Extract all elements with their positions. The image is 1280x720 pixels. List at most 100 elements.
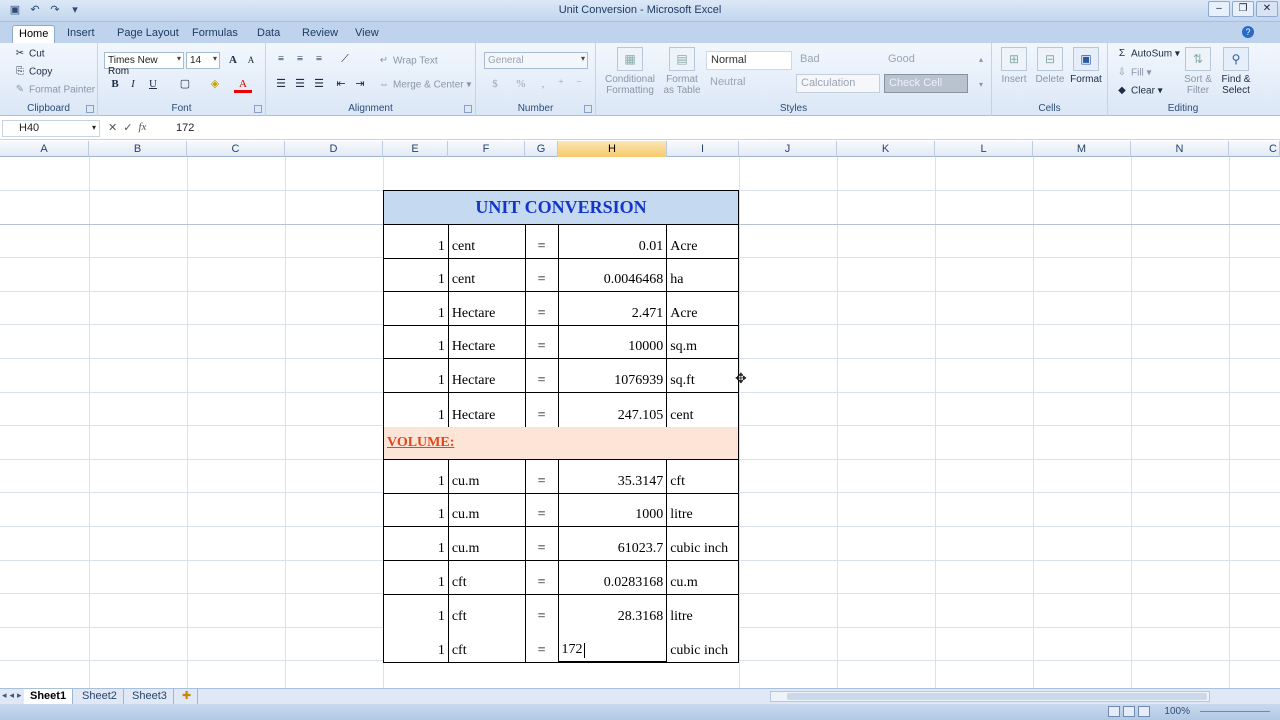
style-check-cell[interactable]: Check Cell [884, 74, 968, 93]
worksheet-grid[interactable]: UNIT CONVERSION 1 cent = 0.01 Acre 1 cent = 0.00… [0, 157, 1280, 688]
unit-from-cell[interactable]: cft [449, 594, 526, 629]
column-header-o[interactable]: C [1229, 141, 1280, 157]
unit-from-cell[interactable]: Hectare [449, 325, 526, 359]
wrap-text-button[interactable]: ↵ Wrap Text [378, 55, 438, 67]
zoom-slider[interactable] [1200, 711, 1270, 712]
align-right-icon[interactable]: ☰ [310, 76, 328, 93]
orientation-icon[interactable]: ⟋ [336, 51, 354, 68]
quantity-cell[interactable]: 1 [384, 325, 449, 359]
shrink-font-button[interactable]: A [242, 52, 260, 69]
unit-to-cell[interactable]: cubic inch [667, 628, 738, 662]
active-cell-h40[interactable]: 172 [558, 628, 668, 662]
close-icon[interactable]: ✕ [1256, 1, 1278, 17]
scrollbar-thumb[interactable] [787, 693, 1207, 700]
value-cell[interactable]: 1000 [559, 493, 668, 527]
format-as-table-button[interactable]: ▤ Format as Table [662, 47, 702, 96]
value-cell[interactable]: 35.3147 [559, 460, 668, 493]
style-good[interactable]: Good [884, 51, 968, 70]
zoom-level[interactable]: 100% [1164, 706, 1190, 717]
delete-cells-button[interactable]: ⊟ Delete [1034, 47, 1066, 85]
alignment-launcher-icon[interactable] [464, 105, 472, 113]
column-header-a[interactable]: A [0, 141, 89, 157]
quantity-cell[interactable]: 1 [384, 527, 449, 560]
bold-button[interactable]: B [106, 76, 124, 93]
comma-icon[interactable]: , [534, 76, 552, 93]
font-launcher-icon[interactable] [254, 105, 262, 113]
quantity-cell[interactable]: 1 [384, 225, 449, 258]
table-title[interactable]: UNIT CONVERSION [384, 191, 738, 225]
column-header-l[interactable]: L [935, 141, 1033, 157]
style-normal[interactable]: Normal [706, 51, 792, 70]
sheet-tab-2[interactable]: Sheet2 [76, 689, 124, 704]
column-header-m[interactable]: M [1033, 141, 1131, 157]
align-bottom-icon[interactable]: ≡ [310, 51, 328, 68]
equals-cell[interactable]: = [526, 560, 559, 594]
font-size-select[interactable]: 14 ▾ [186, 52, 220, 69]
tab-data[interactable]: Data [251, 25, 286, 43]
autosum-button[interactable]: Σ AutoSum ▾ [1116, 48, 1180, 60]
unit-from-cell[interactable]: cu.m [449, 527, 526, 560]
unit-to-cell[interactable]: Acre [667, 225, 738, 258]
value-cell[interactable]: 2.471 [559, 292, 668, 325]
underline-button[interactable]: U [144, 76, 162, 93]
styles-scroll-icon[interactable]: ▴ [972, 51, 990, 68]
tab-page-layout[interactable]: Page Layout [111, 25, 185, 43]
value-cell[interactable]: 61023.7 [559, 527, 668, 560]
value-cell[interactable]: 247.105 [559, 392, 668, 427]
align-left-icon[interactable]: ☰ [272, 76, 290, 93]
column-header-j[interactable]: J [739, 141, 837, 157]
decrease-indent-icon[interactable]: ⇤ [332, 76, 350, 93]
insert-cells-button[interactable]: ⊞ Insert [998, 47, 1030, 85]
quantity-cell[interactable]: 1 [384, 460, 449, 493]
equals-cell[interactable]: = [526, 258, 559, 292]
quantity-cell[interactable]: 1 [384, 359, 449, 392]
equals-cell[interactable]: = [526, 392, 559, 427]
sheet-tab-1[interactable]: Sheet1 [24, 689, 74, 704]
unit-from-cell[interactable]: cent [449, 225, 526, 258]
unit-from-cell[interactable]: Hectare [449, 359, 526, 392]
unit-to-cell[interactable]: Acre [667, 292, 738, 325]
style-calculation[interactable]: Calculation [796, 74, 880, 93]
column-header-b[interactable]: B [89, 141, 187, 157]
grow-font-button[interactable]: A [224, 52, 242, 69]
column-header-d[interactable]: D [285, 141, 383, 157]
tab-insert[interactable]: Insert [61, 25, 101, 43]
insert-sheet-icon[interactable]: ✚ [176, 689, 199, 704]
column-header-h[interactable]: H [558, 141, 667, 157]
quantity-cell[interactable]: 1 [384, 392, 449, 427]
column-header-n[interactable]: N [1131, 141, 1229, 157]
value-cell[interactable]: 1076939 [559, 359, 668, 392]
quantity-cell[interactable]: 1 [384, 292, 449, 325]
unit-from-cell[interactable]: Hectare [449, 392, 526, 427]
quantity-cell[interactable]: 1 [384, 594, 449, 629]
find-select-button[interactable]: ⚲ Find & Select [1216, 47, 1256, 96]
format-cells-button[interactable]: ▣ Format [1070, 47, 1102, 85]
equals-cell[interactable]: = [526, 225, 559, 258]
column-header-f[interactable]: F [448, 141, 525, 157]
quantity-cell[interactable]: 1 [384, 628, 449, 662]
unit-to-cell[interactable]: cent [667, 393, 738, 427]
borders-icon[interactable]: ▢ [176, 76, 194, 93]
page-break-view-icon[interactable] [1138, 706, 1150, 717]
column-header-k[interactable]: K [837, 141, 935, 157]
sort-filter-button[interactable]: ⇅ Sort & Filter [1180, 47, 1216, 96]
horizontal-scrollbar[interactable] [770, 691, 1210, 702]
tab-view[interactable]: View [349, 25, 385, 43]
cut-button[interactable]: ✂ Cut [14, 48, 45, 60]
tab-home[interactable]: Home [12, 25, 56, 43]
unit-to-cell[interactable]: litre [667, 595, 738, 629]
increase-decimal-icon[interactable]: ⁺ [552, 76, 570, 93]
equals-cell[interactable]: = [526, 325, 559, 359]
column-header-i[interactable]: I [667, 141, 739, 157]
quantity-cell[interactable]: 1 [384, 560, 449, 594]
normal-view-icon[interactable] [1108, 706, 1120, 717]
percent-button[interactable]: % [512, 76, 530, 93]
conditional-formatting-button[interactable]: ▦ Conditional Formatting [600, 47, 660, 96]
equals-cell[interactable]: = [526, 460, 559, 493]
italic-button[interactable]: I [124, 76, 142, 93]
tab-review[interactable]: Review [296, 25, 344, 43]
column-header-c[interactable]: C [187, 141, 285, 157]
unit-from-cell[interactable]: cent [449, 258, 526, 292]
number-format-select[interactable]: General ▾ [484, 52, 588, 69]
equals-cell[interactable]: = [526, 594, 559, 629]
